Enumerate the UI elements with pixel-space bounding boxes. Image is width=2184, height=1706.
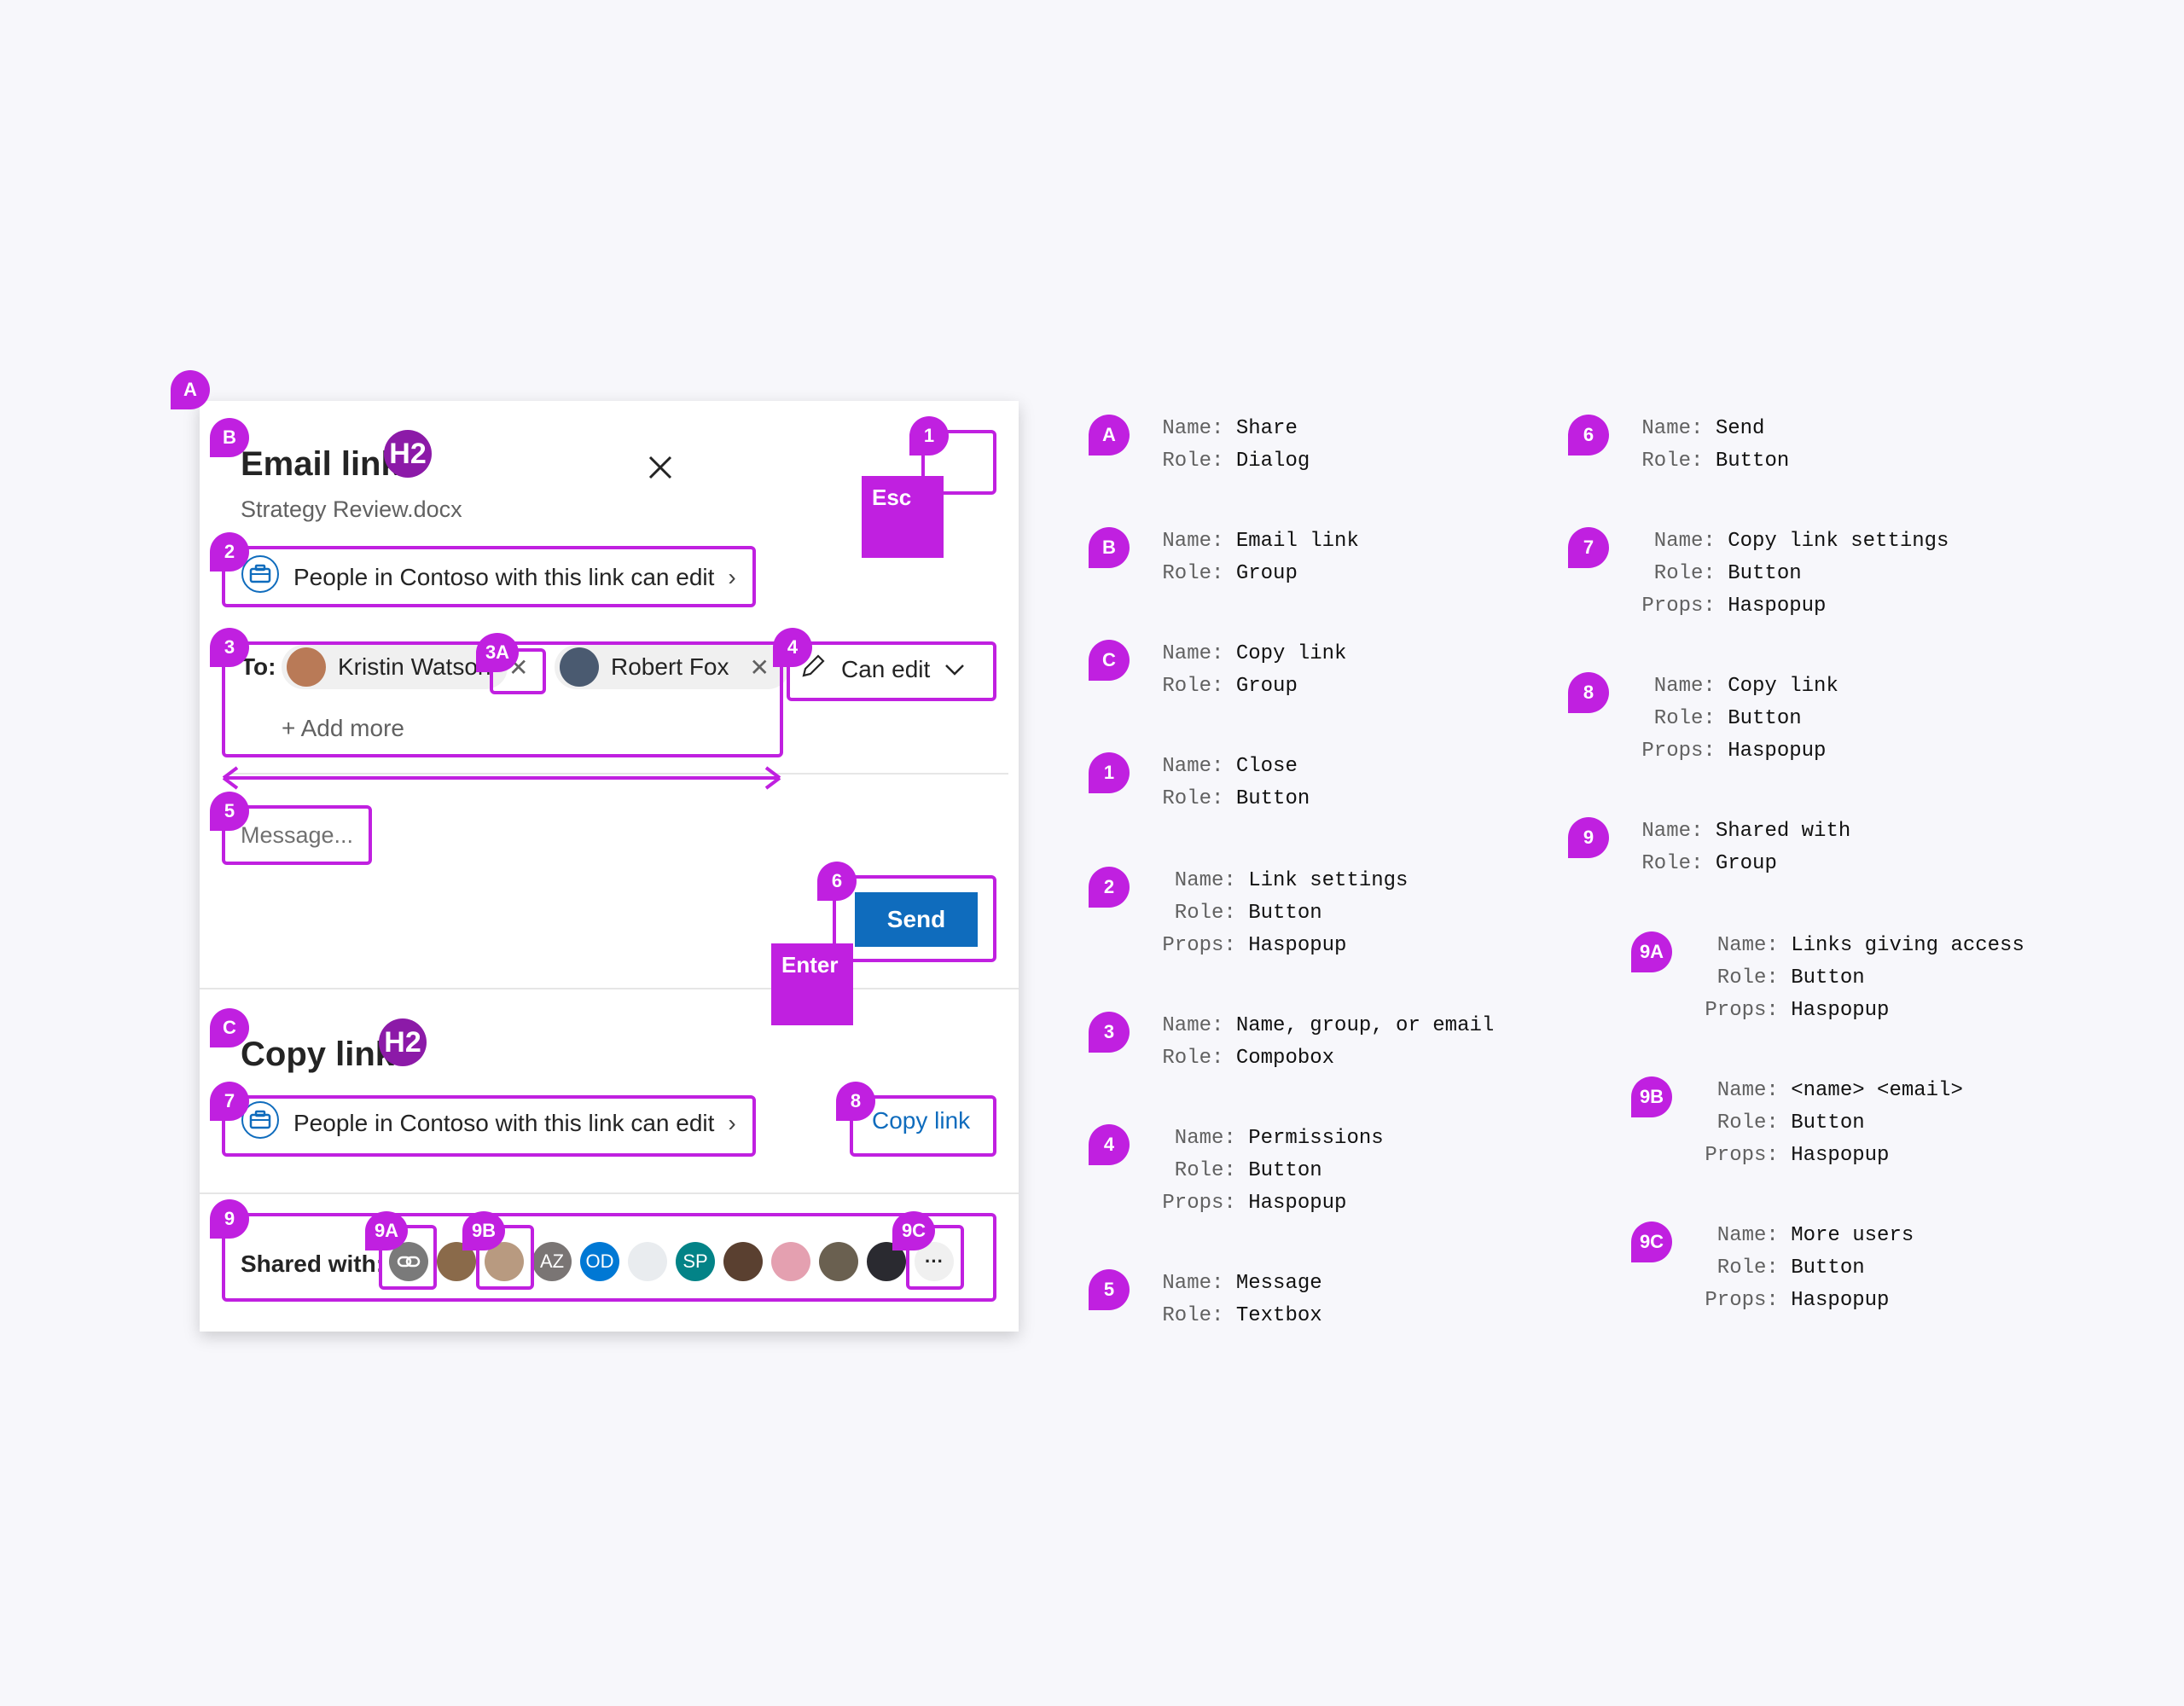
badge-9a: 9A [365,1211,408,1250]
close-icon [648,456,672,479]
legend-badge-c: C [1089,640,1130,681]
legend-badge-7: 7 [1568,527,1609,568]
legend-badge-1: 1 [1089,752,1130,793]
badge-1: 1 [909,416,949,456]
legend-badge-a: A [1089,415,1130,456]
annotation-box-send [833,875,996,962]
badge-5: 5 [210,792,249,831]
badge-a: A [171,370,210,409]
enter-key-label: Enter [771,943,853,1025]
legend-entry-8: Name: Copy link Role: Button Props: Hasp… [1629,675,1838,763]
legend-badge-9c: 9C [1631,1221,1672,1262]
badge-9b: 9B [462,1211,505,1250]
legend-entry-b: Name: Email link Role: Group [1150,530,1359,585]
legend-badge-2: 2 [1089,867,1130,908]
section-divider [200,1192,1019,1194]
legend-entry-3: Name: Name, group, or email Role: Compob… [1150,1014,1495,1070]
legend-badge-9a: 9A [1631,931,1672,972]
h2-badge: H2 [379,1018,427,1066]
legend-entry-6: Name: Send Role: Button [1629,417,1790,473]
badge-7: 7 [210,1082,249,1121]
badge-2: 2 [210,532,249,572]
email-link-heading: Email link [241,445,400,483]
badge-9c: 9C [892,1211,935,1250]
legend-entry-1: Name: Close Role: Button [1150,755,1310,810]
legend-entry-9c: Name: More users Role: Button Props: Has… [1693,1224,1914,1312]
file-name: Strategy Review.docx [241,496,462,522]
section-divider [200,988,1019,989]
badge-3a: 3A [476,633,519,672]
annotation-box-link-settings [222,546,756,607]
badge-3: 3 [210,628,249,667]
h2-badge: H2 [384,430,432,478]
legend-entry-2: Name: Link settings Role: Button Props: … [1150,869,1409,957]
legend-entry-9b: Name: <name> <email> Role: Button Props:… [1693,1079,1963,1167]
badge-b: B [210,418,249,457]
legend-entry-c: Name: Copy link Role: Group [1150,642,1347,698]
badge-6: 6 [817,862,857,901]
annotation-box-shared-with [222,1213,996,1302]
badge-c: C [210,1008,249,1047]
legend-badge-4: 4 [1089,1124,1130,1165]
legend-entry-4: Name: Permissions Role: Button Props: Ha… [1150,1127,1384,1215]
legend-badge-9: 9 [1568,817,1609,858]
badge-4: 4 [773,628,812,667]
legend-badge-5: 5 [1089,1269,1130,1310]
legend-badge-9b: 9B [1631,1076,1672,1117]
legend-badge-6: 6 [1568,415,1609,456]
close-button[interactable] [643,450,677,485]
legend-badge-8: 8 [1568,672,1609,713]
badge-9: 9 [210,1199,249,1239]
legend-badge-b: B [1089,527,1130,568]
copy-link-heading: Copy link [241,1036,395,1073]
esc-key-label: Esc [862,476,944,558]
annotation-box-copy-settings [222,1095,756,1157]
legend-entry-9: Name: Shared with Role: Group [1629,820,1851,875]
legend-entry-9a: Name: Links giving access Role: Button P… [1693,934,2024,1022]
legend-entry-a: Name: Share Role: Dialog [1150,417,1310,473]
annotation-box-permissions [787,641,996,701]
legend-entry-5: Name: Message Role: Textbox [1150,1272,1322,1327]
badge-8: 8 [836,1082,875,1121]
width-arrow [222,766,781,790]
legend-entry-7: Name: Copy link settings Role: Button Pr… [1629,530,1949,618]
legend-badge-3: 3 [1089,1012,1130,1053]
